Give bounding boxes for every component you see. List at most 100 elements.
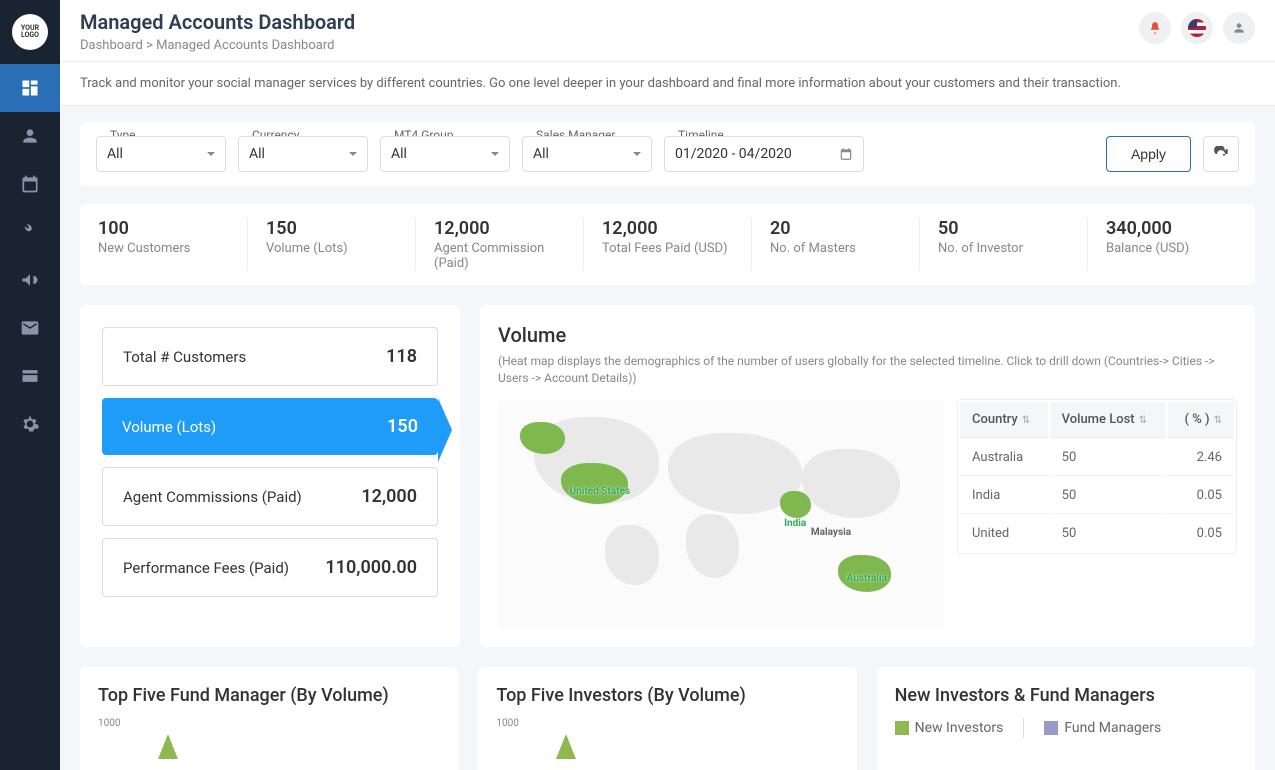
map-label-us: United States: [570, 486, 631, 497]
kpi-value: 12,000: [602, 218, 733, 239]
fund-manager-title: Top Five Fund Manager (By Volume): [98, 685, 440, 706]
kpi-label: No. of Investor: [938, 241, 1069, 256]
filter-currency[interactable]: All: [238, 136, 368, 172]
sidebar: YOUR LOGO: [0, 0, 60, 770]
new-investors-card: New Investors & Fund Managers New Invest…: [877, 667, 1255, 770]
stat-label: Volume (Lots): [122, 418, 216, 436]
nav-reports[interactable]: [0, 352, 60, 400]
header: Managed Accounts Dashboard Dashboard > M…: [60, 0, 1275, 62]
nav-calendar[interactable]: [0, 160, 60, 208]
breadcrumb-root[interactable]: Dashboard: [80, 38, 143, 53]
logo: YOUR LOGO: [12, 14, 48, 50]
cell-country: India: [960, 478, 1048, 514]
new-investors-title: New Investors & Fund Managers: [895, 685, 1237, 706]
cell-volume: 50: [1050, 516, 1167, 551]
page-title: Managed Accounts Dashboard: [80, 10, 1255, 34]
nav-settings[interactable]: [0, 400, 60, 448]
kpi-item: 100 New Customers: [80, 218, 248, 271]
table-row[interactable]: United500.05: [960, 516, 1234, 551]
nav-mail[interactable]: [0, 304, 60, 352]
page-description: Track and monitor your social manager se…: [60, 62, 1275, 106]
table-row[interactable]: Australia502.46: [960, 440, 1234, 476]
stat-value: 12,000: [361, 486, 417, 507]
stat-value: 118: [386, 346, 417, 367]
fund-manager-chart: [98, 729, 440, 759]
kpi-value: 100: [98, 218, 229, 239]
cell-volume: 50: [1050, 478, 1167, 514]
th-volume-lost[interactable]: Volume Lost⇅: [1050, 402, 1167, 438]
volume-table: Country⇅ Volume Lost⇅ ( % )⇅ Australia50…: [957, 399, 1237, 554]
filter-bar: Type All Currency All MT4 Group All Sale…: [80, 122, 1255, 186]
cell-volume: 50: [1050, 440, 1167, 476]
kpi-label: New Customers: [98, 241, 229, 256]
notification-icon[interactable]: [1139, 12, 1171, 44]
y-axis-max: 1000: [496, 718, 838, 729]
locale-flag-icon[interactable]: [1181, 12, 1213, 44]
kpi-label: Agent Commission (Paid): [434, 241, 565, 271]
filter-type[interactable]: All: [96, 136, 226, 172]
filter-timeline[interactable]: 01/2020 - 04/2020: [664, 136, 864, 172]
top-fund-manager-card: Top Five Fund Manager (By Volume) 1000: [80, 667, 458, 770]
kpi-item: 12,000 Total Fees Paid (USD): [584, 218, 752, 271]
breadcrumb: Dashboard > Managed Accounts Dashboard: [80, 38, 1255, 53]
table-row[interactable]: India500.05: [960, 478, 1234, 514]
investors-title: Top Five Investors (By Volume): [496, 685, 838, 706]
nav-users[interactable]: [0, 112, 60, 160]
stat-value: 150: [387, 416, 418, 437]
breadcrumb-current: Managed Accounts Dashboard: [156, 38, 334, 53]
stat-card[interactable]: Volume (Lots) 150: [102, 398, 438, 455]
kpi-row: 100New Customers150Volume (Lots)12,000Ag…: [80, 204, 1255, 285]
stat-column: Total # Customers 118 Volume (Lots) 150 Agen…: [80, 305, 460, 647]
kpi-value: 20: [770, 218, 901, 239]
refresh-button[interactable]: [1203, 136, 1239, 172]
kpi-value: 50: [938, 218, 1069, 239]
kpi-item: 150 Volume (Lots): [248, 218, 416, 271]
kpi-item: 50 No. of Investor: [920, 218, 1088, 271]
stat-label: Total # Customers: [123, 348, 246, 366]
profile-icon[interactable]: [1223, 12, 1255, 44]
filter-mt4[interactable]: All: [380, 136, 510, 172]
stat-card[interactable]: Total # Customers 118: [102, 327, 438, 386]
kpi-label: Balance (USD): [1106, 241, 1237, 256]
kpi-value: 12,000: [434, 218, 565, 239]
kpi-item: 20 No. of Masters: [752, 218, 920, 271]
stat-card[interactable]: Performance Fees (Paid) 110,000.00: [102, 538, 438, 597]
legend-fund-managers: Fund Managers: [1044, 720, 1161, 736]
kpi-label: Total Fees Paid (USD): [602, 241, 733, 256]
nav-announce[interactable]: [0, 256, 60, 304]
map-label-india: India: [784, 518, 806, 529]
stat-label: Performance Fees (Paid): [123, 559, 289, 577]
refresh-icon: [1213, 146, 1229, 162]
kpi-item: 340,000 Balance (USD): [1088, 218, 1255, 271]
kpi-label: No. of Masters: [770, 241, 901, 256]
map-label-australia: Australia: [847, 573, 887, 584]
stat-value: 110,000.00: [325, 557, 417, 578]
kpi-label: Volume (Lots): [266, 241, 397, 256]
legend-new-investors: New Investors: [895, 720, 1004, 736]
th-percent[interactable]: ( % )⇅: [1168, 402, 1234, 438]
volume-description: (Heat map displays the demographics of t…: [498, 353, 1237, 387]
calendar-icon: [839, 147, 853, 161]
volume-card: Volume (Heat map displays the demographi…: [480, 305, 1255, 647]
cell-country: Australia: [960, 440, 1048, 476]
map-label-malaysia: Malaysia: [811, 527, 851, 538]
top-investors-card: Top Five Investors (By Volume) 1000: [478, 667, 856, 770]
cell-percent: 0.05: [1168, 478, 1234, 514]
stat-label: Agent Commissions (Paid): [123, 488, 302, 506]
cell-percent: 2.46: [1168, 440, 1234, 476]
kpi-item: 12,000Agent Commission (Paid): [416, 218, 584, 271]
nav-tools[interactable]: [0, 208, 60, 256]
kpi-value: 150: [266, 218, 397, 239]
apply-button[interactable]: Apply: [1106, 136, 1191, 172]
investors-chart: [496, 729, 838, 759]
filter-sales[interactable]: All: [522, 136, 652, 172]
cell-country: United: [960, 516, 1048, 551]
y-axis-max: 1000: [98, 718, 440, 729]
volume-title: Volume: [498, 323, 1237, 347]
kpi-value: 340,000: [1106, 218, 1237, 239]
nav-dashboard[interactable]: [0, 64, 60, 112]
cell-percent: 0.05: [1168, 516, 1234, 551]
world-heatmap[interactable]: United States India Malaysia Australia: [498, 399, 945, 629]
th-country[interactable]: Country⇅: [960, 402, 1048, 438]
stat-card[interactable]: Agent Commissions (Paid) 12,000: [102, 467, 438, 526]
